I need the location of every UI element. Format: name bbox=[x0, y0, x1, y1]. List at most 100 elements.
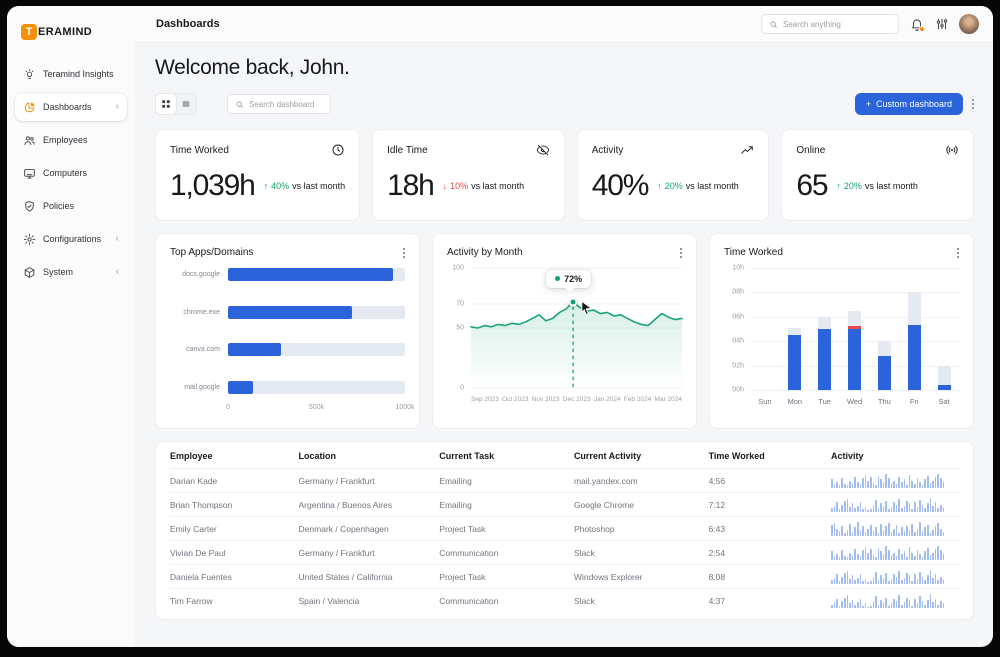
broadcast-icon bbox=[945, 143, 959, 157]
x-tick: Nov 2023 bbox=[532, 396, 560, 403]
bar-track[interactable] bbox=[228, 343, 405, 356]
bar-fill bbox=[228, 343, 281, 356]
activity-sparkline bbox=[831, 522, 959, 536]
bar-track[interactable] bbox=[228, 306, 405, 319]
cell-time: 2:54 bbox=[709, 548, 831, 558]
y-tick: 06h bbox=[732, 313, 744, 320]
shield-check-icon bbox=[23, 200, 36, 213]
sidebar-item-dashboards[interactable]: Dashboards‹ bbox=[15, 93, 127, 121]
bar-column-mon[interactable] bbox=[780, 268, 810, 390]
tooltip-value: 72% bbox=[564, 274, 582, 284]
chart-menu-button[interactable] bbox=[680, 248, 682, 258]
column-header[interactable]: Employee bbox=[170, 451, 299, 461]
weekly-bar-plot[interactable]: 00h02h04h06h08h10h bbox=[750, 268, 959, 390]
custom-dashboard-button[interactable]: + Custom dashboard bbox=[855, 93, 963, 115]
x-tick: Dec 2023 bbox=[563, 396, 591, 403]
cell-location: Argentina / Buenos Aires bbox=[299, 500, 440, 510]
column-header[interactable]: Current Activity bbox=[574, 451, 709, 461]
chart-menu-button[interactable] bbox=[403, 248, 405, 258]
sidebar-item-computers[interactable]: Computers bbox=[15, 159, 127, 187]
filter-sliders-button[interactable] bbox=[934, 17, 949, 32]
table-row[interactable]: Darian KadeGermany / FrankfurtEmailingma… bbox=[170, 469, 959, 493]
bar-column-tue[interactable] bbox=[810, 268, 840, 390]
kpi-delta: ↑20%vs last month bbox=[657, 181, 739, 191]
table-row[interactable]: Brian ThompsonArgentina / Buenos AiresEm… bbox=[170, 493, 959, 517]
chevron-left-icon[interactable]: ‹ bbox=[116, 234, 119, 244]
chart-tooltip: 72% bbox=[546, 270, 591, 288]
trend-up-icon bbox=[740, 143, 754, 157]
cell-employee: Daniela Fuentes bbox=[170, 572, 299, 582]
table-row[interactable]: Emily CarterDenmark / CopenhagenProject … bbox=[170, 517, 959, 541]
bar-column-sun[interactable] bbox=[750, 268, 780, 390]
cell-location: Spain / Valencia bbox=[299, 596, 440, 606]
bar-track[interactable] bbox=[228, 268, 405, 281]
notifications-button[interactable] bbox=[909, 17, 924, 32]
table-row[interactable]: Vivian De PaulGermany / FrankfurtCommuni… bbox=[170, 541, 959, 565]
bar-column-fri[interactable] bbox=[899, 268, 929, 390]
worked-segment bbox=[848, 329, 861, 390]
brand-logo-mark: T bbox=[21, 24, 37, 40]
delta-arrow-icon: ↑ bbox=[836, 181, 841, 191]
stacked-bar bbox=[788, 328, 801, 390]
worked-segment bbox=[938, 385, 951, 390]
activity-sparkline bbox=[831, 546, 959, 560]
chart-title: Top Apps/Domains bbox=[170, 247, 253, 258]
sidebar-item-policies[interactable]: Policies bbox=[15, 192, 127, 220]
cell-time: 8:08 bbox=[709, 572, 831, 582]
line-chart-plot[interactable]: 0507010072% bbox=[471, 268, 682, 388]
bar-track[interactable] bbox=[228, 381, 405, 394]
chart-menu-button[interactable] bbox=[957, 248, 959, 258]
bar-column-wed[interactable] bbox=[840, 268, 870, 390]
y-tick: 04h bbox=[732, 338, 744, 345]
sidebar-item-employees[interactable]: Employees bbox=[15, 126, 127, 154]
kpi-value: 1,039h bbox=[170, 169, 255, 203]
cell-time: 7:12 bbox=[709, 500, 831, 510]
chart-title: Activity by Month bbox=[447, 247, 523, 258]
column-header[interactable]: Location bbox=[299, 451, 440, 461]
stacked-bar bbox=[878, 341, 891, 390]
sidebar-item-system[interactable]: System‹ bbox=[15, 258, 127, 286]
more-options-button[interactable] bbox=[972, 99, 974, 109]
sliders-icon bbox=[935, 17, 949, 31]
chevron-left-icon[interactable]: ‹ bbox=[116, 267, 119, 277]
sidebar-item-label: Computers bbox=[43, 168, 87, 178]
x-axis: 0500k1000k bbox=[228, 402, 405, 414]
grid-view-icon bbox=[161, 99, 171, 109]
worked-segment bbox=[908, 325, 921, 390]
cell-time: 4:56 bbox=[709, 476, 831, 486]
search-input[interactable] bbox=[783, 20, 891, 29]
sidebar-item-configurations[interactable]: Configurations ‹ bbox=[15, 225, 127, 253]
bar-fill bbox=[228, 268, 393, 281]
x-tick: Mar 2024 bbox=[655, 396, 682, 403]
pie-chart-icon bbox=[23, 101, 36, 114]
kpi-delta: ↓10%vs last month bbox=[443, 181, 525, 191]
table-row[interactable]: Tim FarrowSpain / ValenciaCommunicationS… bbox=[170, 589, 959, 613]
y-tick: 0 bbox=[460, 385, 464, 392]
y-tick: 10h bbox=[732, 265, 744, 272]
table-row[interactable]: Daniela FuentesUnited States / Californi… bbox=[170, 565, 959, 589]
list-view-button[interactable] bbox=[176, 94, 196, 114]
app-window: T ERAMIND Teramind InsightsDashboards‹Em… bbox=[7, 6, 993, 647]
chart-title: Time Worked bbox=[724, 247, 783, 258]
column-header[interactable]: Activity bbox=[831, 451, 959, 461]
dashboard-search-input[interactable] bbox=[249, 100, 323, 109]
delta-arrow-icon: ↑ bbox=[264, 181, 269, 191]
column-header[interactable]: Current Task bbox=[439, 451, 574, 461]
bar-column-thu[interactable] bbox=[869, 268, 899, 390]
y-tick: 08h bbox=[732, 289, 744, 296]
column-header[interactable]: Time Worked bbox=[709, 451, 831, 461]
global-search[interactable] bbox=[761, 14, 899, 34]
chevron-left-icon[interactable]: ‹ bbox=[116, 102, 119, 112]
user-avatar[interactable] bbox=[959, 14, 979, 34]
tooltip-dot bbox=[555, 276, 560, 281]
eye-off-icon bbox=[536, 143, 550, 157]
sidebar-item-label: Configurations bbox=[43, 234, 101, 244]
bar-column-sat[interactable] bbox=[929, 268, 959, 390]
cell-employee: Tim Farrow bbox=[170, 596, 299, 606]
grid-view-button[interactable] bbox=[156, 94, 176, 114]
kpi-card-time-worked: Time Worked1,039h↑40%vs last month bbox=[155, 129, 360, 221]
dashboard-search[interactable] bbox=[227, 94, 331, 114]
topbar: Dashboards bbox=[135, 6, 993, 43]
data-point-marker[interactable] bbox=[569, 297, 578, 306]
sidebar-item-teramind-insights[interactable]: Teramind Insights bbox=[15, 60, 127, 88]
